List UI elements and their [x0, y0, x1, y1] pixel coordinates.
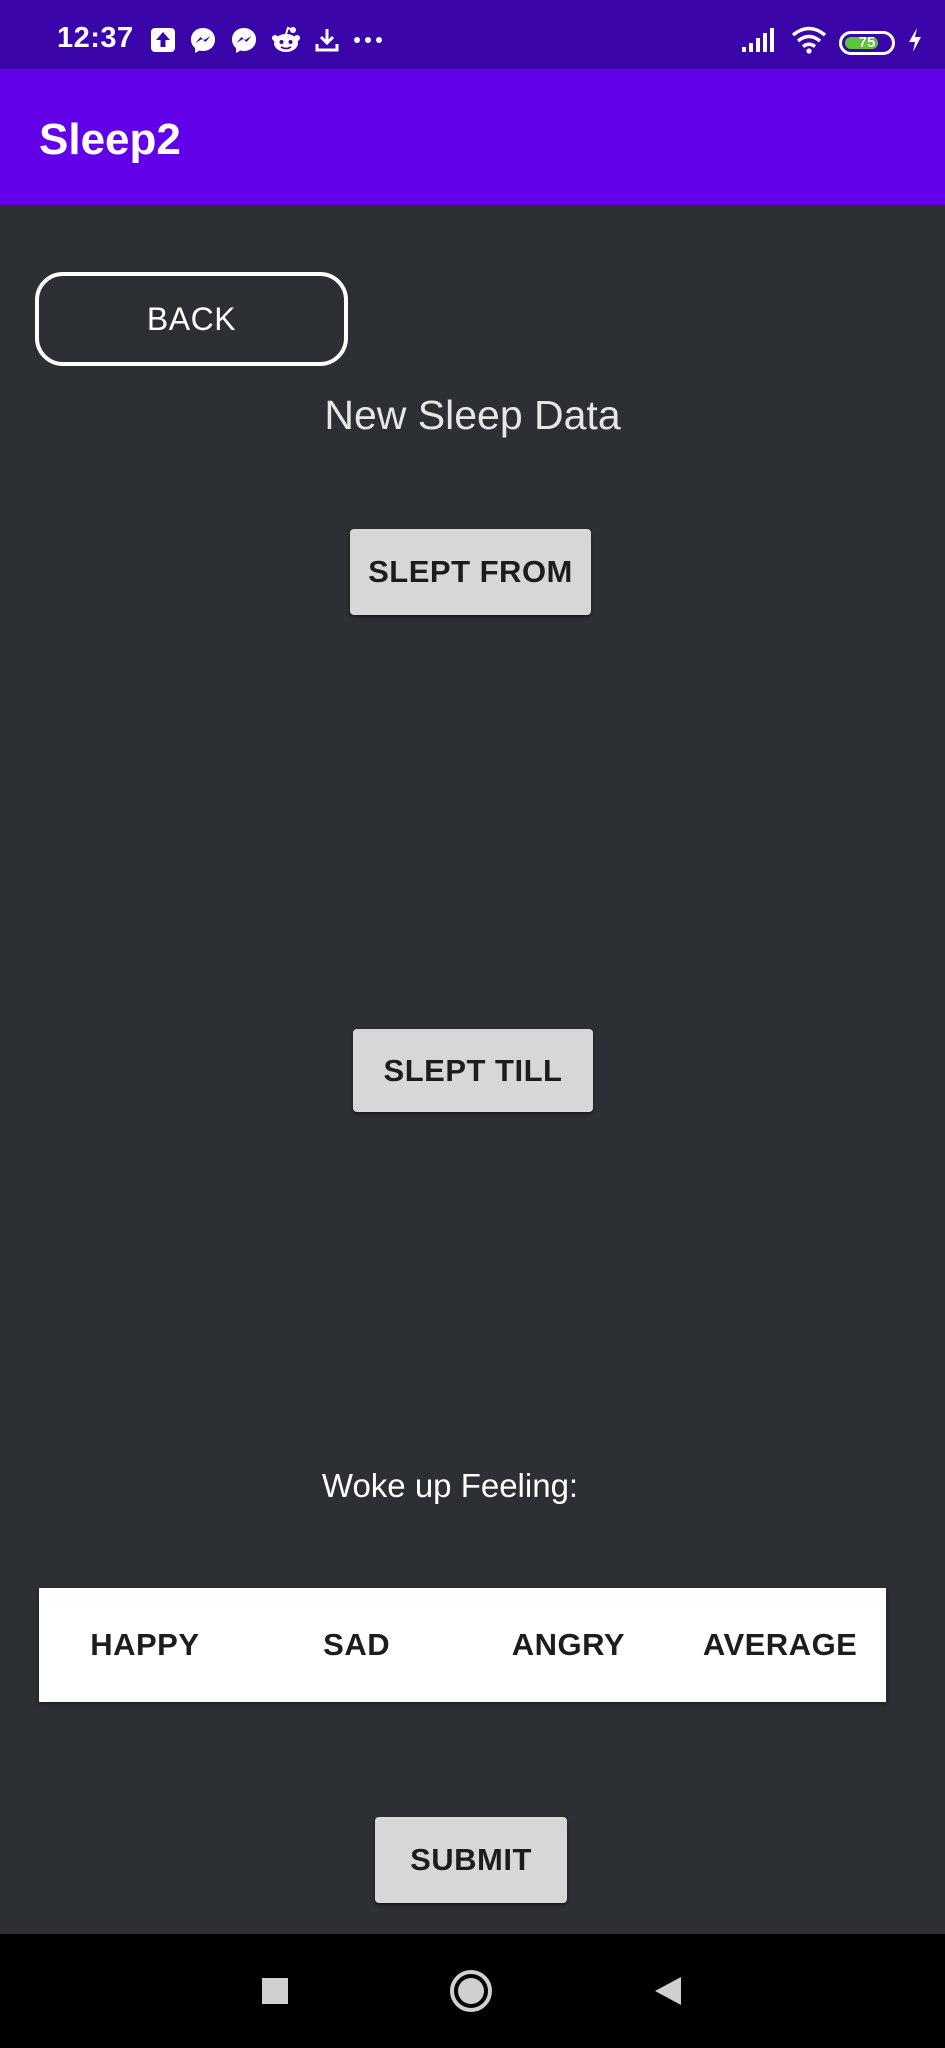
submit-button[interactable]: SUBMIT	[375, 1817, 567, 1903]
reddit-icon	[271, 26, 301, 54]
charging-icon	[907, 27, 923, 58]
battery-level-text: 75	[858, 34, 876, 51]
upload-icon	[150, 27, 176, 53]
screen-title: New Sleep Data	[324, 392, 621, 438]
status-time: 12:37	[57, 22, 134, 54]
status-bar: 12:37 75	[0, 0, 945, 69]
slept-from-button[interactable]: SLEPT FROM	[350, 529, 591, 615]
navigation-bar	[0, 1934, 945, 2048]
feeling-options: HAPPY SAD ANGRY AVERAGE	[39, 1588, 886, 1702]
signal-icon	[741, 27, 779, 58]
messenger-icon	[189, 26, 217, 54]
more-dots-icon	[353, 35, 383, 45]
status-notification-icons	[150, 26, 383, 54]
back-button[interactable]: BACK	[35, 272, 348, 366]
messenger-icon	[230, 26, 258, 54]
feeling-option-average[interactable]: AVERAGE	[674, 1588, 886, 1702]
status-system-icons: 75	[741, 26, 923, 59]
feeling-option-happy[interactable]: HAPPY	[39, 1588, 251, 1702]
app-title: Sleep2	[39, 115, 181, 164]
feeling-option-sad[interactable]: SAD	[251, 1588, 463, 1702]
app-bar: Sleep2	[0, 69, 945, 205]
recents-icon[interactable]	[250, 1934, 300, 2048]
feeling-label: Woke up Feeling:	[321, 1467, 579, 1504]
slept-till-button[interactable]: SLEPT TILL	[353, 1029, 593, 1112]
feeling-option-angry[interactable]: ANGRY	[463, 1588, 675, 1702]
wifi-icon	[791, 26, 827, 59]
download-icon	[314, 27, 340, 53]
battery-icon: 75	[839, 30, 895, 55]
home-icon[interactable]	[446, 1934, 496, 2048]
back-icon[interactable]	[643, 1934, 693, 2048]
